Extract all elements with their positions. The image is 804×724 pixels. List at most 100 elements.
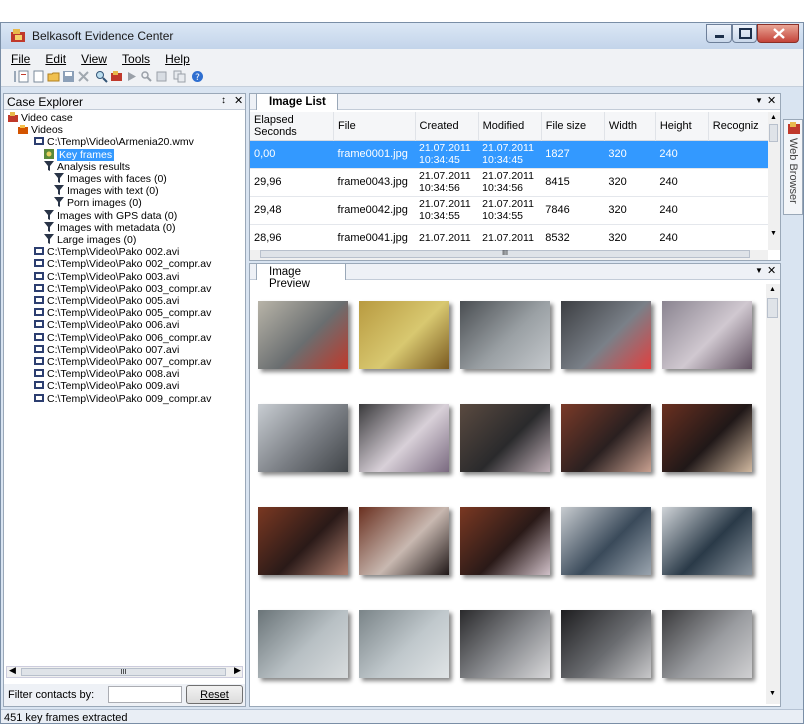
tree-node[interactable]: Images with text (0): [54, 185, 159, 197]
new-file-icon[interactable]: [32, 70, 45, 83]
tree-node[interactable]: C:\Temp\Video\Armenia20.wmv: [34, 136, 194, 148]
tab-image-list[interactable]: Image List: [256, 93, 338, 110]
key-frame-thumbnail[interactable]: [662, 507, 752, 575]
play-icon[interactable]: [125, 70, 138, 83]
menu-help[interactable]: Help: [159, 49, 196, 66]
key-frame-thumbnail[interactable]: [561, 301, 651, 369]
column-header[interactable]: Modified: [478, 112, 542, 140]
scroll-up-icon[interactable]: ▲: [770, 114, 777, 121]
menu-file[interactable]: File: [5, 49, 36, 66]
list-vscroll-thumb[interactable]: [769, 124, 778, 142]
preview-vscrollbar[interactable]: ▲ ▼: [766, 284, 780, 704]
tree-node[interactable]: Video case: [8, 112, 73, 124]
preview-vscroll-thumb[interactable]: [767, 298, 778, 318]
filter-input[interactable]: [108, 686, 182, 703]
close-window-button[interactable]: [757, 24, 799, 43]
reset-button[interactable]: Reset: [186, 685, 243, 704]
copy-icon[interactable]: [173, 70, 186, 83]
tree-node[interactable]: C:\Temp\Video\Pako 009_compr.av: [34, 393, 211, 405]
tree-node[interactable]: Key frames: [44, 148, 115, 161]
list-hscrollbar[interactable]: III: [250, 250, 768, 260]
column-header[interactable]: Recogniz: [708, 112, 768, 140]
tree-node[interactable]: C:\Temp\Video\Pako 005.avi: [34, 295, 179, 307]
tree-node[interactable]: C:\Temp\Video\Pako 005_compr.av: [34, 307, 211, 319]
dropdown-icon[interactable]: ▼: [755, 96, 763, 105]
tab-image-preview[interactable]: Image Preview: [256, 263, 346, 290]
key-frame-thumbnail[interactable]: [359, 610, 449, 678]
key-frame-thumbnail[interactable]: [460, 301, 550, 369]
table-row[interactable]: 28,96 frame0041.jpg 21.07.2011 21.07.2011 85…: [250, 224, 768, 252]
table-row[interactable]: 29,48 frame0042.jpg 21.07.2011 10:34:55 21.…: [250, 196, 768, 224]
menu-tools[interactable]: Tools: [116, 49, 156, 66]
tree-hscrollbar[interactable]: ◀ III ▶: [6, 665, 243, 678]
column-header[interactable]: Created: [415, 112, 479, 140]
tree-node[interactable]: C:\Temp\Video\Pako 008.avi: [34, 368, 179, 380]
search-icon[interactable]: [95, 70, 108, 83]
key-frame-thumbnail[interactable]: [258, 404, 348, 472]
open-folder-icon[interactable]: [47, 70, 60, 83]
key-frame-thumbnail[interactable]: [662, 404, 752, 472]
find-icon[interactable]: [140, 70, 153, 83]
key-frame-thumbnail[interactable]: [460, 507, 550, 575]
column-header[interactable]: Height: [655, 112, 709, 140]
key-frame-thumbnail[interactable]: [460, 404, 550, 472]
tree-node[interactable]: Images with faces (0): [54, 173, 167, 185]
minimize-button[interactable]: [706, 24, 732, 43]
key-frame-thumbnail[interactable]: [258, 301, 348, 369]
key-frame-thumbnail[interactable]: [359, 507, 449, 575]
close-panel-icon[interactable]: ✕: [234, 94, 243, 107]
tree-node[interactable]: C:\Temp\Video\Pako 003.avi: [34, 271, 179, 283]
web-browser-side-tab[interactable]: Web Browser: [783, 119, 803, 215]
tree-node[interactable]: C:\Temp\Video\Pako 007.avi: [34, 344, 179, 356]
close-preview-icon[interactable]: ✕: [767, 264, 776, 277]
tree-node[interactable]: C:\Temp\Video\Pako 002.avi: [34, 246, 179, 258]
pin-icon[interactable]: ↕: [221, 95, 226, 106]
table-row[interactable]: 0,00 frame0001.jpg 21.07.2011 10:34:45 21.0…: [250, 140, 768, 168]
menu-view[interactable]: View: [75, 49, 113, 66]
key-frame-thumbnail[interactable]: [662, 301, 752, 369]
column-header[interactable]: Width: [604, 112, 656, 140]
report-icon[interactable]: [155, 70, 168, 83]
tree-node[interactable]: C:\Temp\Video\Pako 002_compr.av: [34, 258, 211, 270]
list-hscroll-thumb[interactable]: III: [260, 250, 750, 258]
scroll-down-icon[interactable]: ▼: [770, 230, 777, 237]
scroll-right-icon[interactable]: ▶: [234, 665, 241, 676]
tree-hscroll-thumb[interactable]: III: [21, 668, 226, 676]
preview-dropdown-icon[interactable]: ▼: [755, 266, 763, 275]
key-frame-thumbnail[interactable]: [258, 610, 348, 678]
tree-node[interactable]: C:\Temp\Video\Pako 006.avi: [34, 319, 179, 331]
preview-scroll-up-icon[interactable]: ▲: [769, 286, 776, 293]
tree-node[interactable]: Images with metadata (0): [44, 221, 175, 234]
tree-node[interactable]: Analysis results: [44, 160, 130, 173]
save-icon[interactable]: [62, 70, 75, 83]
key-frame-thumbnail[interactable]: [460, 610, 550, 678]
key-frame-thumbnail[interactable]: [359, 404, 449, 472]
key-frame-thumbnail[interactable]: [359, 301, 449, 369]
tree-node[interactable]: C:\Temp\Video\Pako 007_compr.av: [34, 356, 211, 368]
tree-node[interactable]: C:\Temp\Video\Pako 009.avi: [34, 380, 179, 392]
column-header[interactable]: File: [333, 112, 416, 140]
key-frame-thumbnail[interactable]: [258, 507, 348, 575]
delete-icon[interactable]: [77, 70, 90, 83]
scroll-left-icon[interactable]: ◀: [9, 665, 16, 676]
menu-edit[interactable]: Edit: [39, 49, 72, 66]
tree-node[interactable]: Images with GPS data (0): [44, 209, 177, 222]
close-list-icon[interactable]: ✕: [767, 94, 776, 107]
key-frame-thumbnail[interactable]: [561, 404, 651, 472]
key-frame-thumbnail[interactable]: [662, 610, 752, 678]
tree-node[interactable]: Porn images (0): [54, 197, 142, 209]
analyze-icon[interactable]: [110, 70, 123, 83]
key-frame-thumbnail[interactable]: [561, 507, 651, 575]
tree-node[interactable]: C:\Temp\Video\Pako 006_compr.av: [34, 332, 211, 344]
column-header[interactable]: File size: [541, 112, 605, 140]
key-frame-thumbnail[interactable]: [561, 610, 651, 678]
list-vscrollbar[interactable]: ▲ ▼: [768, 112, 780, 250]
help-icon[interactable]: ?: [191, 70, 204, 83]
maximize-button[interactable]: [732, 24, 757, 43]
tree-node[interactable]: C:\Temp\Video\Pako 003_compr.av: [34, 283, 211, 295]
preview-scroll-down-icon[interactable]: ▼: [769, 690, 776, 697]
table-row[interactable]: 29,96 frame0043.jpg 21.07.2011 10:34:56 21.…: [250, 168, 768, 196]
tree-node[interactable]: Large images (0): [44, 234, 136, 246]
tree-node[interactable]: Videos: [18, 124, 63, 136]
column-header[interactable]: Elapsed Seconds: [250, 112, 335, 140]
